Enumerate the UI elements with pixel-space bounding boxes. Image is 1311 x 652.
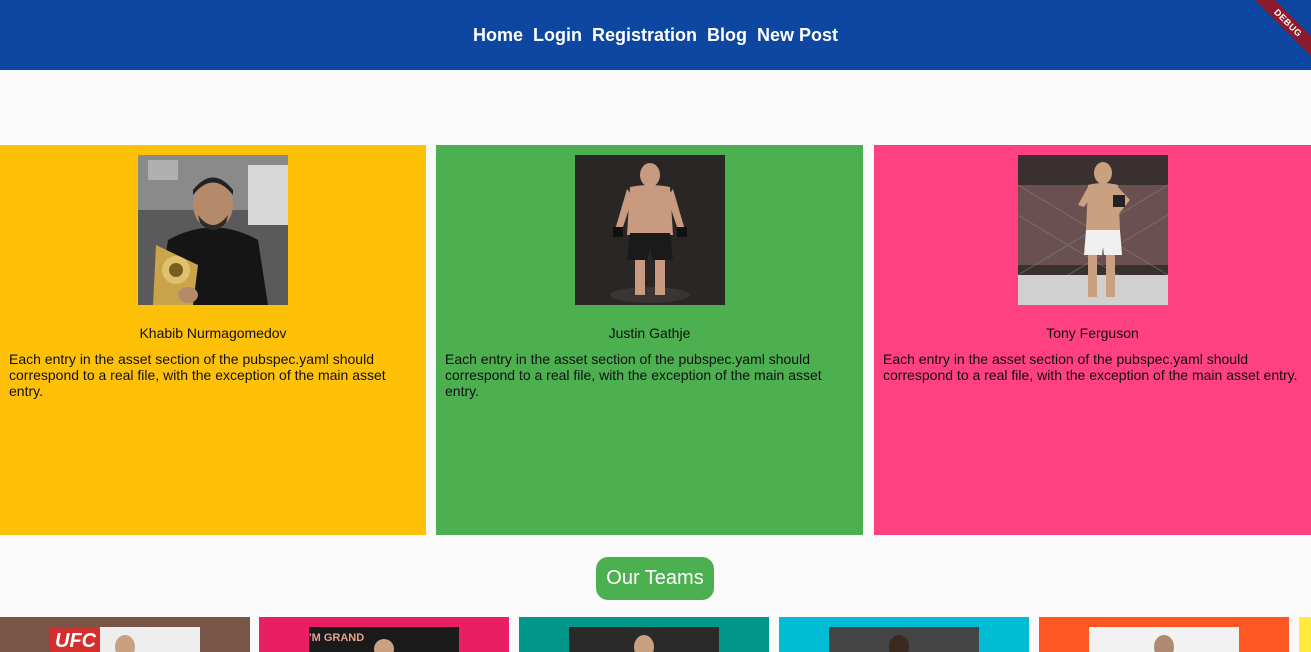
top-nav: Home Login Registration Blog New Post <box>0 24 1311 48</box>
nav-home-link[interactable]: Home <box>473 24 523 48</box>
teams-strip: UFC 'M GRAND <box>0 617 1311 652</box>
fighter-card-khabib[interactable]: Khabib Nurmagomedov Each entry in the as… <box>0 145 426 535</box>
team-card[interactable]: UFC <box>0 617 250 652</box>
nav-login-link[interactable]: Login <box>533 24 582 48</box>
fighter-cards: Khabib Nurmagomedov Each entry in the as… <box>0 145 1311 535</box>
fighter-description: Each entry in the asset section of the p… <box>445 351 822 399</box>
team-card[interactable] <box>519 617 769 652</box>
nav-new-post-link[interactable]: New Post <box>757 24 838 48</box>
debug-label: DEBUG <box>1251 0 1311 60</box>
fighter-name: Khabib Nurmagomedov <box>139 325 287 341</box>
fighter-photo-justin <box>574 155 725 305</box>
svg-text:'M GRAND: 'M GRAND <box>309 632 364 644</box>
team-photo: UFC <box>50 627 200 652</box>
app-bar: Home Login Registration Blog New Post DE… <box>0 0 1311 70</box>
team-photo <box>829 627 979 652</box>
team-card[interactable] <box>779 617 1029 652</box>
fighter-name: Justin Gathje <box>608 325 691 341</box>
our-teams-button[interactable]: Our Teams <box>596 557 714 600</box>
team-photo <box>569 627 719 652</box>
fighter-card-tony[interactable]: Tony Ferguson Each entry in the asset se… <box>874 145 1311 535</box>
fighter-photo-khabib <box>138 155 288 305</box>
fighter-description: Each entry in the asset section of the p… <box>883 351 1298 383</box>
debug-banner: DEBUG <box>1251 0 1311 60</box>
svg-text:UFC: UFC <box>55 630 97 652</box>
fighter-photo-tony <box>1017 155 1168 305</box>
team-photo: 'M GRAND <box>309 627 459 652</box>
team-card[interactable] <box>1299 617 1311 652</box>
fighter-description: Each entry in the asset section of the p… <box>9 351 386 399</box>
fighter-name: Tony Ferguson <box>1046 325 1139 341</box>
fighter-card-justin[interactable]: Justin Gathje Each entry in the asset se… <box>436 145 863 535</box>
team-card[interactable] <box>1039 617 1289 652</box>
nav-blog-link[interactable]: Blog <box>707 24 747 48</box>
nav-registration-link[interactable]: Registration <box>592 24 697 48</box>
team-photo <box>1089 627 1239 652</box>
team-card[interactable]: 'M GRAND <box>259 617 509 652</box>
